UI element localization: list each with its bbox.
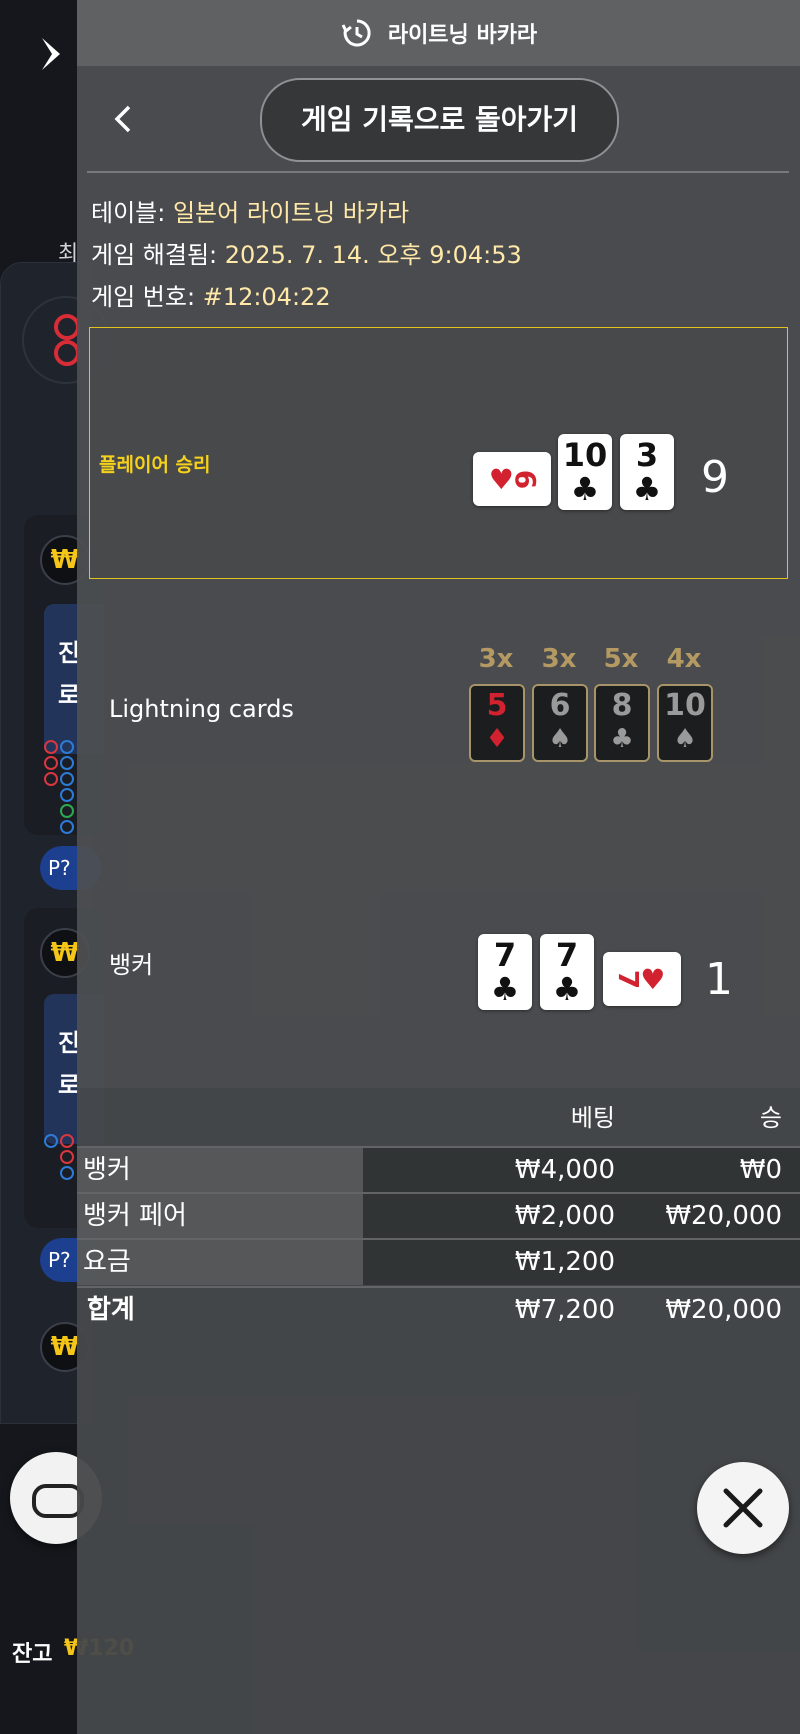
bet-amount: ₩4,000 (514, 1155, 615, 1185)
close-button[interactable] (697, 1462, 789, 1554)
bet-amount: ₩1,200 (514, 1247, 615, 1277)
bet-column-header: 베팅 (570, 1104, 615, 1132)
close-icon (723, 1488, 763, 1528)
banker-card-3: 7 ♥ (603, 952, 681, 1006)
banker-score: 1 (705, 954, 733, 1005)
bet-amount: ₩2,000 (514, 1201, 615, 1231)
back-arrow-icon[interactable] (107, 102, 141, 136)
bet-row: 요금 ₩1,200 (77, 1238, 800, 1285)
brand-logo (42, 38, 60, 70)
player-win-label: 플레이어 승리 (99, 454, 211, 476)
card-suit: ♣ (570, 470, 600, 508)
lightning-cards-label: Lightning cards (109, 695, 294, 723)
divider (87, 171, 789, 173)
card-rank: 3 (635, 436, 659, 474)
player-card-1: ♥ 6 (473, 452, 551, 506)
lightning-multiplier: 3x (478, 644, 514, 674)
game-number-value: #12:04:22 (202, 283, 331, 311)
banker-card-1: 7 ♣ (478, 934, 532, 1010)
total-label: 합계 (87, 1295, 135, 1325)
game-title: 라이트닝 바카라 (387, 23, 538, 48)
player-card-2: 10 ♣ (558, 434, 612, 510)
bet-type: 요금 (77, 1240, 363, 1285)
card-suit: ♣ (552, 970, 582, 1008)
win-amount: ₩0 (739, 1155, 782, 1185)
win-column-header: 승 (759, 1104, 782, 1132)
bead-road-icon (42, 740, 78, 836)
bet-row: 뱅커 ₩4,000 ₩0 (77, 1146, 800, 1193)
resolved-info: 게임 해결됨: 2025. 7. 14. 오후 9:04:53 (91, 235, 522, 270)
bead-road-icon (42, 1134, 78, 1230)
player-score: 9 (701, 452, 729, 503)
card-rank: 6 (549, 688, 571, 723)
card-suit: ♦ (485, 724, 509, 754)
bet-row: 뱅커 페어 ₩2,000 ₩20,000 (77, 1192, 800, 1239)
card-suit: ♣ (610, 724, 634, 754)
lightning-card: 10 ♠ (657, 684, 713, 762)
card-rank: 7 (555, 936, 579, 974)
card-suit: ♣ (632, 470, 662, 508)
banker-card-2: 7 ♣ (540, 934, 594, 1010)
card-rank: 5 (486, 688, 508, 723)
total-row: 합계 ₩7,200 ₩20,000 (77, 1286, 800, 1333)
game-history-panel: 라이트닝 바카라 게임 기록으로 돌아가기 테이블: 일본어 라이트닝 바카라 … (77, 0, 800, 1734)
game-number-label: 게임 번호: (91, 283, 196, 311)
win-amount: ₩20,000 (665, 1201, 782, 1231)
table-info-value: 일본어 라이트닝 바카라 (172, 199, 410, 227)
card-suit: ♣ (490, 970, 520, 1008)
history-icon (341, 19, 371, 47)
game-number-info: 게임 번호: #12:04:22 (91, 277, 331, 312)
card-rank: 7 (611, 969, 645, 989)
card-rank: 8 (611, 688, 633, 723)
total-bet: ₩7,200 (514, 1295, 615, 1325)
resolved-info-label: 게임 해결됨: (91, 241, 218, 269)
lightning-multiplier: 5x (603, 644, 639, 674)
lightning-card: 8 ♣ (594, 684, 650, 762)
card-rank: 7 (493, 936, 517, 974)
back-to-history-button[interactable]: 게임 기록으로 돌아가기 (260, 78, 619, 162)
panel-header: 라이트닝 바카라 (77, 0, 800, 66)
card-rank: 10 (664, 688, 706, 723)
table-info-label: 테이블: (91, 199, 166, 227)
bet-type: 뱅커 (77, 1148, 363, 1193)
card-rank: 6 (509, 469, 543, 489)
player-card-3: 3 ♣ (620, 434, 674, 510)
balance-label: 잔고 (12, 1642, 53, 1667)
lightning-multiplier: 3x (541, 644, 577, 674)
total-win: ₩20,000 (665, 1295, 782, 1325)
lightning-card: 5 ♦ (469, 684, 525, 762)
table-info: 테이블: 일본어 라이트닝 바카라 (91, 193, 409, 228)
lightning-card: 6 ♠ (532, 684, 588, 762)
banker-label: 뱅커 (109, 951, 154, 979)
lightning-multiplier: 4x (666, 644, 702, 674)
card-suit: ♠ (548, 724, 572, 754)
card-suit: ♠ (673, 724, 697, 754)
card-rank: 10 (562, 436, 608, 474)
bet-type: 뱅커 페어 (77, 1194, 363, 1239)
resolved-info-value: 2025. 7. 14. 오후 9:04:53 (224, 241, 522, 269)
